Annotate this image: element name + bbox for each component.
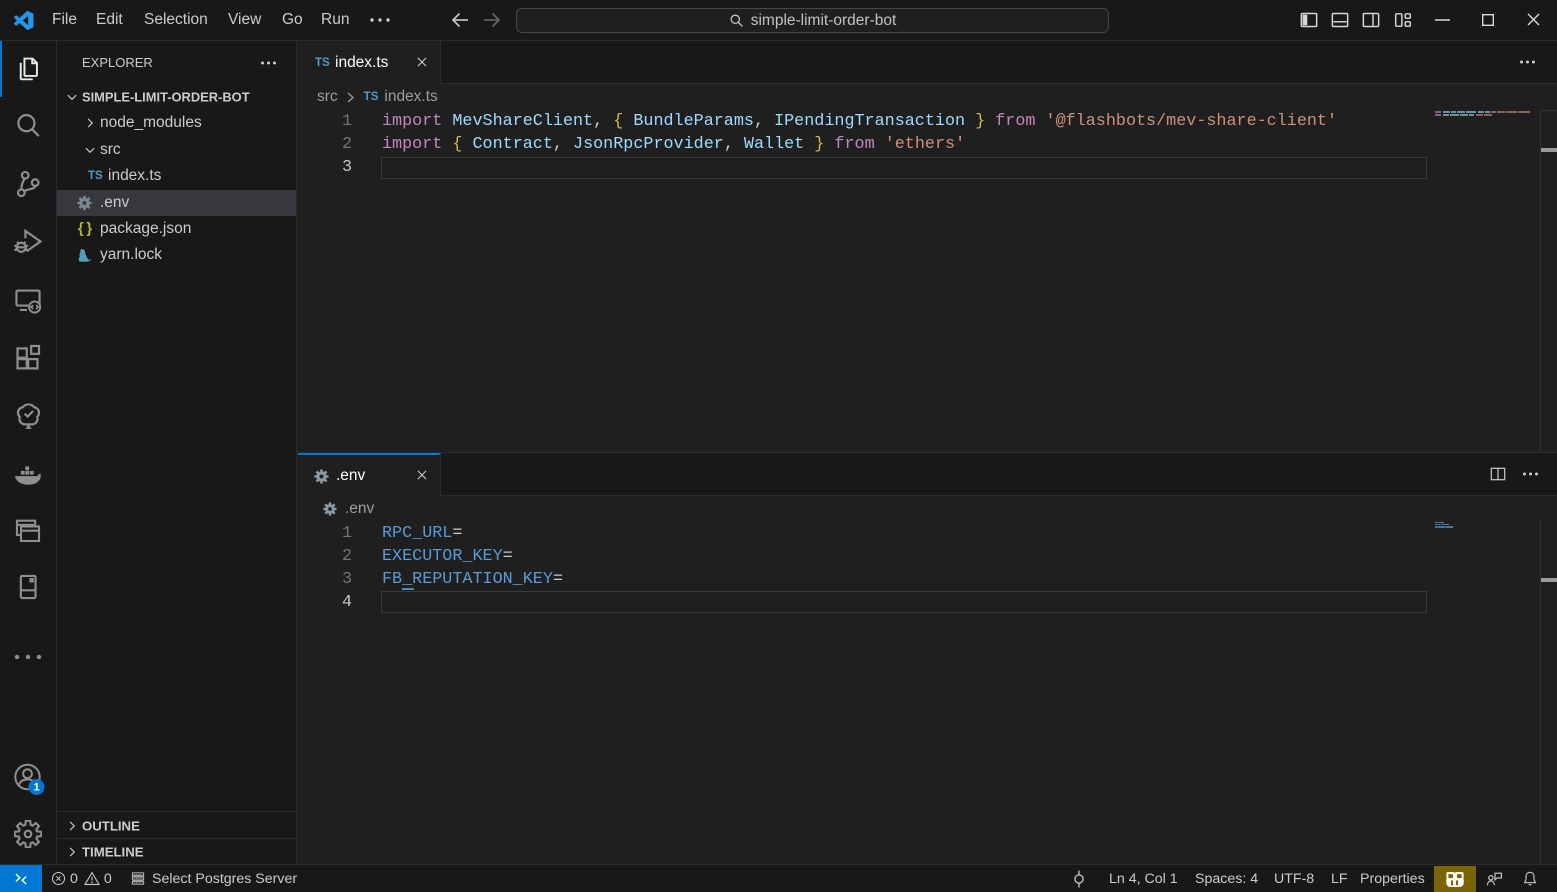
svg-text:1: 1 — [33, 782, 39, 794]
